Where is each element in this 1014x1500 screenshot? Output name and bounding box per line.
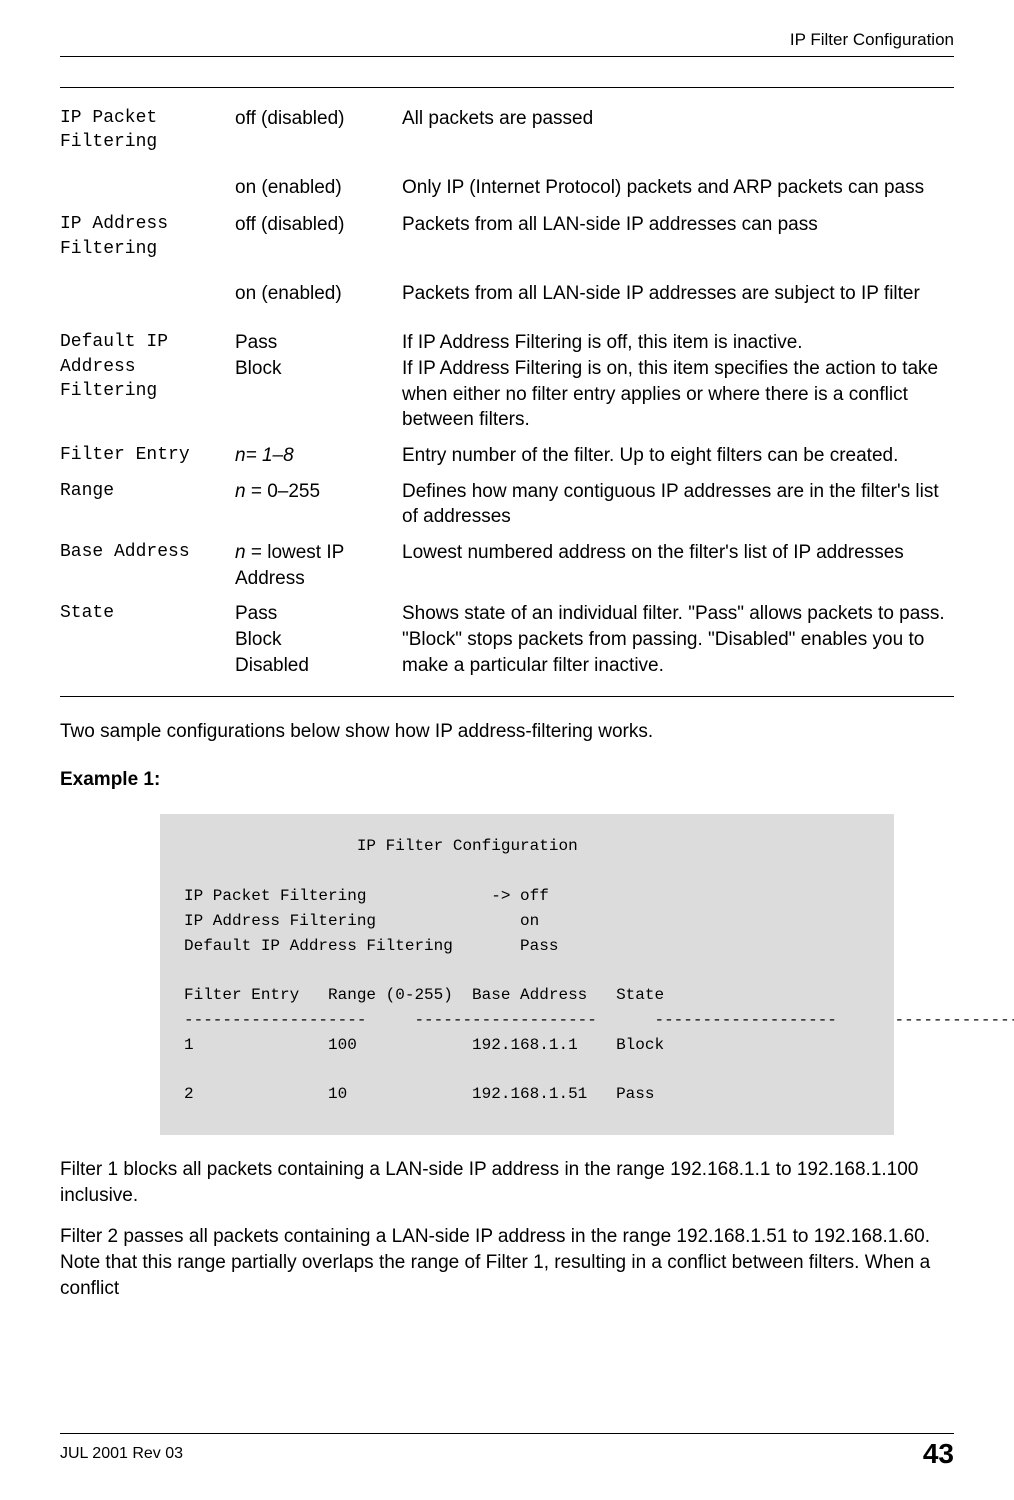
para-filter1: Filter 1 blocks all packets containing a… — [60, 1157, 954, 1208]
example-1-box: IP Filter Configuration IP Packet Filter… — [160, 814, 894, 1135]
footer-page-number: 43 — [923, 1438, 954, 1470]
param-value: Pass Block — [235, 330, 402, 381]
running-header: IP Filter Configuration — [60, 30, 954, 57]
footer-date: JUL 2001 Rev 03 — [60, 1445, 183, 1463]
param-value: on (enabled) — [235, 175, 402, 201]
param-value: Pass Block Disabled — [235, 601, 402, 678]
param-description: Packets from all LAN-side IP addresses c… — [402, 212, 954, 238]
intro-paragraph: Two sample configurations below show how… — [60, 719, 954, 745]
param-name: Base Address — [60, 540, 235, 564]
param-value: off (disabled) — [235, 106, 402, 132]
param-description: Defines how many contiguous IP addresses… — [402, 479, 954, 530]
table-row: Rangen = 0–255Defines how many contiguou… — [60, 479, 954, 530]
param-name: Filter Entry — [60, 443, 235, 467]
table-row: on (enabled)Only IP (Internet Protocol) … — [60, 175, 954, 201]
param-description: Entry number of the filter. Up to eight … — [402, 443, 954, 469]
example-1-heading: Example 1: — [60, 767, 954, 793]
param-name: IP Packet Filtering — [60, 106, 235, 155]
table-row: Base Addressn = lowest IP AddressLowest … — [60, 540, 954, 591]
param-name: Default IP Address Filtering — [60, 330, 235, 403]
param-name: State — [60, 601, 235, 625]
param-description: Shows state of an individual filter. "Pa… — [402, 601, 954, 678]
param-name: IP Address Filtering — [60, 212, 235, 261]
table-row: IP Address Filteringoff (disabled)Packet… — [60, 212, 954, 261]
table-row: IP Packet Filteringoff (disabled)All pac… — [60, 106, 954, 155]
param-description: If IP Address Filtering is off, this ite… — [402, 330, 954, 433]
param-description: Lowest numbered address on the filter's … — [402, 540, 954, 566]
para-filter2: Filter 2 passes all packets containing a… — [60, 1224, 954, 1301]
definitions-table: IP Packet Filteringoff (disabled)All pac… — [60, 87, 954, 697]
param-description: All packets are passed — [402, 106, 954, 132]
page-footer: JUL 2001 Rev 03 43 — [60, 1433, 954, 1470]
param-value: n= 1–8 — [235, 443, 402, 469]
table-row: on (enabled)Packets from all LAN-side IP… — [60, 281, 954, 307]
param-value: n = lowest IP Address — [235, 540, 402, 591]
param-value: n = 0–255 — [235, 479, 402, 505]
table-row: Filter Entryn= 1–8Entry number of the fi… — [60, 443, 954, 469]
param-value: off (disabled) — [235, 212, 402, 238]
param-description: Packets from all LAN-side IP addresses a… — [402, 281, 954, 307]
param-description: Only IP (Internet Protocol) packets and … — [402, 175, 954, 201]
table-row: StatePass Block DisabledShows state of a… — [60, 601, 954, 678]
param-value: on (enabled) — [235, 281, 402, 307]
param-name: Range — [60, 479, 235, 503]
table-row: Default IP Address FilteringPass BlockIf… — [60, 330, 954, 433]
